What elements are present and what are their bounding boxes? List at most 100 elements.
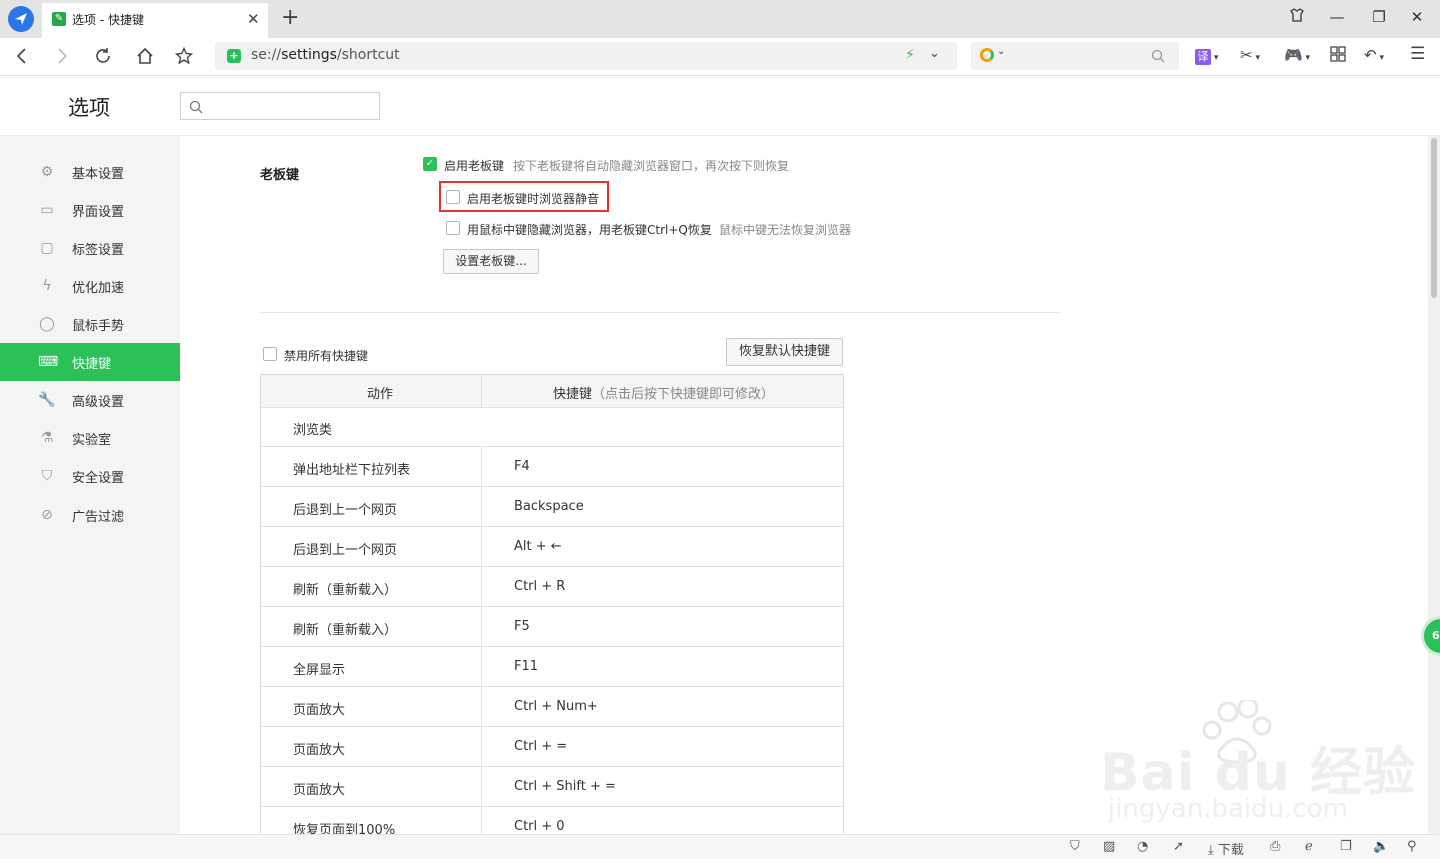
shortcut-cell[interactable]: F4	[514, 459, 530, 474]
new-tab-icon[interactable]: +	[281, 5, 299, 31]
close-window-icon[interactable]: ✕	[1405, 8, 1429, 26]
action-cell: 刷新（重新载入）	[293, 623, 398, 638]
table-row: 刷新（重新载入） F5	[261, 607, 843, 647]
zoom-icon[interactable]: ⚲	[1407, 839, 1417, 854]
search-box[interactable]: ⌄	[971, 42, 1179, 70]
tab-strip: ✎ 选项 - 快捷键 ✕ + — ❐ ✕	[0, 0, 1440, 38]
shield-icon: ⛉	[41, 468, 53, 484]
sidebar-item-mouse[interactable]: ◯ 鼠标手势	[0, 305, 180, 343]
chevron-down-icon[interactable]: ⌄	[929, 46, 940, 61]
browser-logo-icon[interactable]	[8, 6, 34, 32]
sidebar-item-label: 优化加速	[72, 281, 125, 296]
shield-icon[interactable]: ⛉	[1070, 839, 1080, 854]
window-icon[interactable]: ❐	[1340, 839, 1352, 854]
category-label: 浏览类	[293, 423, 333, 438]
disable-all-shortcuts-label[interactable]: 禁用所有快捷键	[284, 347, 368, 364]
action-cell: 后退到上一个网页	[293, 503, 398, 518]
table-row: 刷新（重新载入） Ctrl + R	[261, 567, 843, 607]
sidebar-item-advanced[interactable]: 🔧 高级设置	[0, 381, 180, 419]
scrollbar-thumb[interactable]	[1431, 138, 1437, 298]
page-title: 选项	[68, 96, 110, 120]
shortcut-cell[interactable]: Ctrl + Shift + =	[514, 779, 616, 794]
accelerate-icon[interactable]: ⚡	[905, 47, 915, 63]
sidebar-item-label: 实验室	[72, 433, 112, 448]
column-divider	[481, 375, 482, 408]
restore-default-shortcuts-button[interactable]: 恢复默认快捷键	[726, 338, 843, 366]
rocket-icon[interactable]: ➚	[1173, 839, 1184, 854]
enable-boss-key-label[interactable]: 启用老板键	[444, 157, 504, 174]
search-icon[interactable]	[1151, 48, 1165, 67]
sidebar-item-interface[interactable]: ▭ 界面设置	[0, 191, 180, 229]
middle-click-hide-checkbox[interactable]	[446, 221, 460, 235]
settings-search-input[interactable]	[180, 92, 380, 120]
baidu-jingyan-watermark: Bai du 经验 jingyan.baidu.com	[1100, 697, 1415, 830]
action-cell: 后退到上一个网页	[293, 543, 398, 558]
action-cell: 页面放大	[293, 783, 346, 798]
table-row: 弹出地址栏下拉列表 F4	[261, 447, 843, 487]
wrench-favicon-icon: ✎	[52, 12, 66, 26]
scissors-icon[interactable]: ✂ ▾	[1240, 46, 1260, 64]
action-cell: 页面放大	[293, 743, 346, 758]
shortcut-cell[interactable]: F5	[514, 619, 530, 634]
game-icon[interactable]: 🎮 ▾	[1284, 46, 1310, 64]
table-row: 后退到上一个网页 Alt + ←	[261, 527, 843, 567]
bookmark-star-icon[interactable]	[172, 44, 196, 68]
forward-icon[interactable]	[50, 44, 74, 68]
lightning-icon: ϟ	[42, 278, 52, 294]
settings-header: 选项	[0, 76, 1440, 136]
shortcut-cell[interactable]: Alt + ←	[514, 539, 562, 554]
shortcut-cell[interactable]: Ctrl + 0	[514, 819, 565, 834]
mouse-icon: ◯	[39, 316, 55, 332]
watermark-url: jingyan.baidu.com	[1108, 794, 1348, 824]
secure-shield-icon: +	[227, 49, 241, 63]
undo-icon[interactable]: ↶ ▾	[1364, 46, 1384, 64]
minimize-icon[interactable]: —	[1325, 8, 1349, 26]
speed-icon[interactable]: ◔	[1137, 839, 1148, 854]
boss-key-mute-label[interactable]: 启用老板键时浏览器静音	[467, 190, 599, 207]
enable-boss-key-checkbox[interactable]: ✓	[423, 157, 437, 171]
home-icon[interactable]	[133, 44, 157, 68]
middle-click-hint: 鼠标中键无法恢复浏览器	[719, 223, 852, 237]
set-boss-key-button[interactable]: 设置老板键...	[443, 249, 539, 274]
restore-icon[interactable]: ❐	[1367, 8, 1391, 26]
sidebar-item-adblock[interactable]: ⊘ 广告过滤	[0, 496, 180, 534]
shortcut-cell[interactable]: F11	[514, 659, 538, 674]
middle-click-hide-label[interactable]: 用鼠标中键隐藏浏览器，用老板键Ctrl+Q恢复	[467, 221, 712, 238]
apps-grid-icon[interactable]	[1330, 46, 1346, 66]
shortcut-cell[interactable]: Backspace	[514, 499, 584, 514]
download-button[interactable]: ⤓ 下载	[1208, 839, 1244, 858]
shortcut-cell[interactable]: Ctrl + R	[514, 579, 565, 594]
disable-all-shortcuts-checkbox[interactable]	[263, 347, 277, 361]
printer-icon[interactable]: ⎙	[1270, 839, 1280, 854]
sidebar-item-security[interactable]: ⛉ 安全设置	[0, 457, 180, 495]
action-cell: 恢复页面到100%	[293, 823, 396, 834]
ie-icon[interactable]: ℯ	[1305, 839, 1313, 854]
sidebar-item-speed[interactable]: ϟ 优化加速	[0, 267, 180, 305]
shortcut-cell[interactable]: Ctrl + Num+	[514, 699, 598, 714]
close-tab-icon[interactable]: ✕	[247, 10, 260, 28]
image-icon[interactable]: ▨	[1103, 839, 1115, 854]
shortcut-cell[interactable]: Ctrl + =	[514, 739, 567, 754]
table-row: 页面放大 Ctrl + Num+	[261, 687, 843, 727]
back-icon[interactable]	[10, 44, 34, 68]
tab-settings-shortcut[interactable]: ✎ 选项 - 快捷键 ✕	[42, 3, 268, 38]
volume-icon[interactable]: 🔈	[1373, 839, 1389, 854]
sidebar-item-label: 广告过滤	[72, 510, 125, 525]
page-scrollbar[interactable]	[1428, 136, 1440, 834]
translate-icon[interactable]: 译 ▾	[1195, 46, 1218, 65]
engine-chevron-icon[interactable]: ⌄	[997, 46, 1005, 57]
sidebar-item-basic[interactable]: ⚙ 基本设置	[0, 153, 180, 191]
address-bar[interactable]: + se://settings/shortcut ⚡ ⌄	[215, 42, 957, 70]
menu-icon[interactable]: ☰	[1410, 44, 1425, 64]
sidebar-item-label: 鼠标手势	[72, 319, 125, 334]
sidebar-item-shortcuts[interactable]: ⌨ 快捷键	[0, 343, 180, 381]
boss-key-mute-checkbox[interactable]	[446, 190, 460, 204]
sidebar-item-tabs[interactable]: ▢ 标签设置	[0, 229, 180, 267]
sidebar-item-label: 快捷键	[72, 357, 112, 372]
address-text[interactable]: se://settings/shortcut	[251, 47, 400, 63]
skin-icon[interactable]	[1285, 8, 1309, 26]
search-engine-icon[interactable]	[980, 48, 994, 62]
column-header-key: 快捷键（点击后按下快捷键即可修改）	[553, 387, 775, 402]
sidebar-item-lab[interactable]: ⚗ 实验室	[0, 419, 180, 457]
reload-icon[interactable]	[91, 44, 115, 68]
